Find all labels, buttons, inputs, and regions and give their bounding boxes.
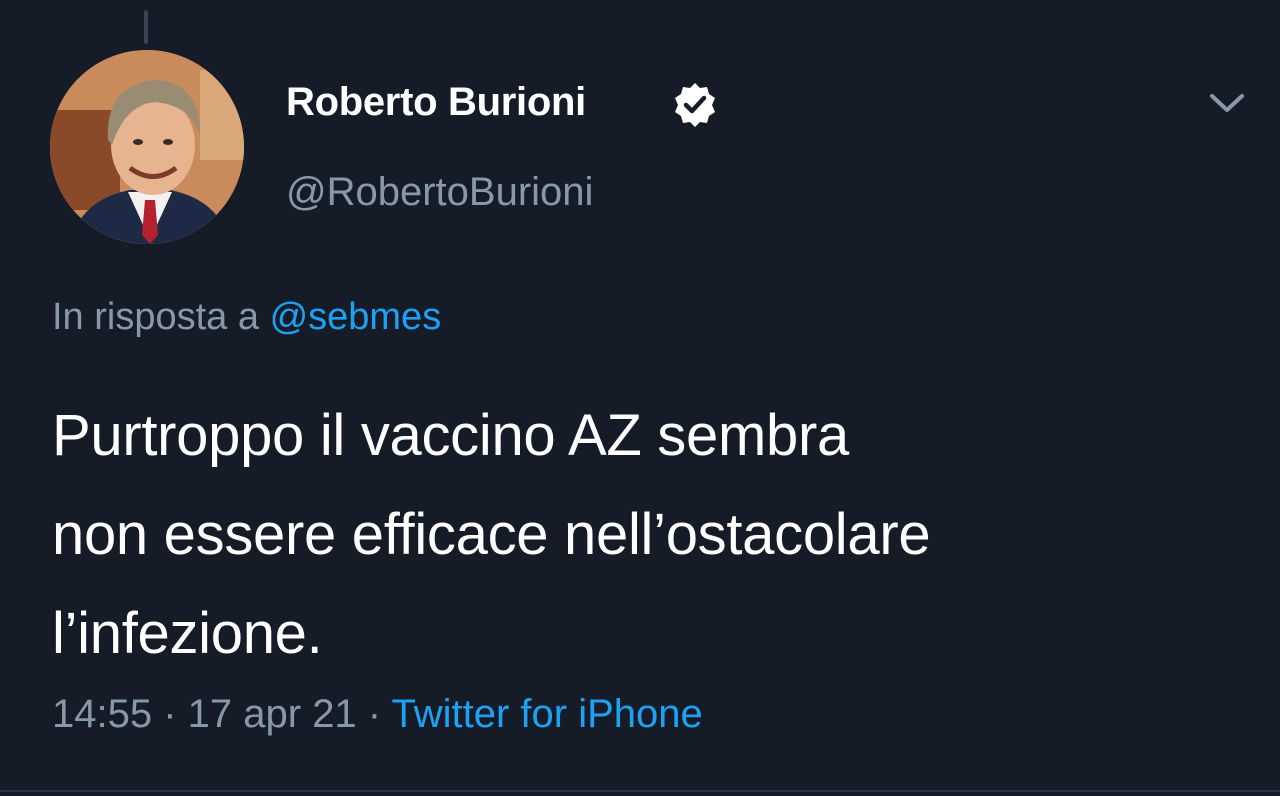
meta-separator: · <box>356 692 392 736</box>
tweet-text-line: Purtroppo il vaccino AZ sembra <box>52 403 849 468</box>
tweet-metadata: 14:55 · 17 apr 21 · Twitter for iPhone <box>52 692 703 737</box>
chevron-down-icon[interactable] <box>1200 84 1254 124</box>
tweet-time[interactable]: 14:55 <box>52 692 152 736</box>
reply-context: In risposta a @sebmes <box>52 296 441 339</box>
tweet-text-line: non essere efficace nell’ostacolare <box>52 502 931 567</box>
tweet-card[interactable]: Roberto Burioni @RobertoBurioni In rispo… <box>0 0 1280 796</box>
user-handle[interactable]: @RobertoBurioni <box>286 170 593 215</box>
tweet-text-line: l’infezione. <box>52 601 323 666</box>
tweet-date[interactable]: 17 apr 21 <box>188 692 357 736</box>
thread-connector-line <box>144 10 148 44</box>
reply-mention-link[interactable]: @sebmes <box>270 296 442 338</box>
tweet-source-link[interactable]: Twitter for iPhone <box>392 692 703 736</box>
divider <box>0 790 1280 792</box>
meta-separator: · <box>152 692 188 736</box>
tweet-text: Purtroppo il vaccino AZ sembra non esser… <box>52 386 1262 683</box>
verified-badge-icon <box>675 83 715 127</box>
reply-prefix: In risposta a <box>52 296 270 338</box>
display-name[interactable]: Roberto Burioni <box>286 80 586 125</box>
avatar-image <box>50 50 244 244</box>
avatar[interactable] <box>50 50 244 244</box>
